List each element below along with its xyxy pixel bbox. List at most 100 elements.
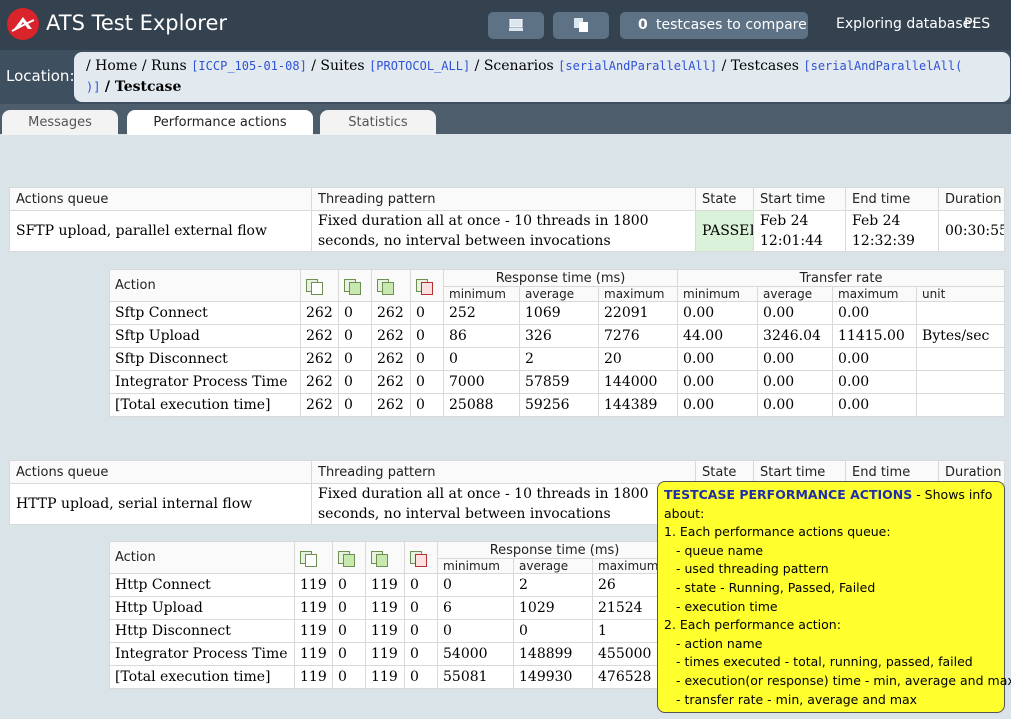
- tab-statistics[interactable]: Statistics: [320, 110, 436, 135]
- action-unit: [916, 301, 1006, 325]
- action-running: 0: [332, 596, 366, 620]
- actions-queue-table: Actions queue Threading pattern State St…: [9, 187, 1005, 252]
- computer-icon: [509, 19, 523, 31]
- action-passed: 262: [371, 370, 411, 394]
- action-running: 0: [338, 393, 372, 417]
- header-transfer-rate: Transfer rate: [677, 269, 1006, 287]
- action-rmin: 0: [437, 619, 514, 643]
- breadcrumb-scenarios[interactable]: / Scenarios: [475, 58, 554, 74]
- action-row[interactable]: Sftp Disconnect 262 0 262 0 0 2 20 0.00 0.00 0.00: [109, 347, 1006, 371]
- action-tmin: 0.00: [677, 347, 759, 371]
- action-failed: 0: [404, 642, 438, 666]
- breadcrumb-suites[interactable]: / Suites: [311, 58, 364, 74]
- action-unit: [916, 393, 1006, 417]
- action-ravg: 148899: [513, 642, 593, 666]
- action-tmax: 0.00: [832, 393, 918, 417]
- breadcrumb-suite-link[interactable]: [PROTOCOL_ALL]: [369, 59, 470, 73]
- compare-count: 0: [638, 17, 648, 33]
- action-rmin: 86: [443, 324, 520, 348]
- action-tmin: 0.00: [677, 393, 759, 417]
- breadcrumb-testcases[interactable]: / Testcases: [722, 58, 799, 74]
- action-total: 262: [300, 370, 339, 394]
- action-ravg: 59256: [519, 393, 599, 417]
- action-tavg: 0.00: [757, 301, 834, 325]
- help-tooltip: TESTCASE PERFORMANCE ACTIONS - Shows inf…: [657, 481, 1011, 713]
- header-passed: [365, 541, 405, 574]
- action-name: [Total execution time]: [109, 665, 295, 689]
- queue-row[interactable]: SFTP upload, parallel external flow Fixe…: [9, 210, 1005, 252]
- queue-end-time: Feb 24 12:32:39: [845, 210, 939, 252]
- breadcrumb-scenario-link[interactable]: [serialAndParallelAll]: [558, 59, 717, 73]
- header-response-avg: average: [513, 558, 593, 574]
- action-name: Http Upload: [109, 596, 295, 620]
- copy-button[interactable]: [553, 12, 609, 39]
- action-ravg: 326: [519, 324, 599, 348]
- breadcrumb-run-link[interactable]: [ICCP_105-01-08]: [191, 59, 307, 73]
- action-ravg: 1069: [519, 301, 599, 325]
- action-running: 0: [332, 573, 366, 597]
- running-icon: [344, 278, 361, 295]
- action-row[interactable]: [Total execution time] 262 0 262 0 25088 59256…: [109, 393, 1006, 417]
- actions-header-row: Action Response time (ms) Transfer rate: [109, 269, 1006, 302]
- action-ravg: 2: [519, 347, 599, 371]
- action-name: Integrator Process Time: [109, 370, 301, 394]
- tooltip-line: - execution(or response) time - min, ave…: [676, 672, 1011, 688]
- threading-pattern: Fixed duration all at once - 10 threads …: [311, 210, 696, 252]
- action-total: 119: [294, 665, 333, 689]
- breadcrumb-current: / Testcase: [104, 79, 182, 95]
- queue-name: SFTP upload, parallel external flow: [9, 210, 312, 252]
- header-action: Action: [109, 269, 301, 302]
- header-duration: Duration: [938, 187, 1005, 211]
- action-failed: 0: [404, 573, 438, 597]
- queue-header-row: Actions queue Threading pattern State St…: [9, 187, 1005, 211]
- action-tmax: 0.00: [832, 370, 918, 394]
- breadcrumb-testcase-link[interactable]: [serialAndParallelAll(: [803, 59, 962, 73]
- action-rmax: 144000: [597, 370, 679, 394]
- action-total: 262: [300, 301, 339, 325]
- tooltip-line: - times executed - total, running, passe…: [676, 654, 973, 670]
- compare-testcases-button[interactable]: 0 testcases to compare: [620, 12, 808, 39]
- header-passed: [371, 269, 411, 302]
- action-rmin: 55081: [437, 665, 514, 689]
- action-passed: 119: [365, 573, 405, 597]
- action-unit: [916, 370, 1006, 394]
- tooltip-line: - queue name: [676, 542, 764, 558]
- action-running: 0: [338, 301, 372, 325]
- header-failed: [410, 269, 444, 302]
- action-ravg: 0: [513, 619, 593, 643]
- action-row[interactable]: Sftp Connect 262 0 262 0 252 1069 22091 0.00 0.00…: [109, 301, 1006, 325]
- header-start-time: Start time: [753, 187, 846, 211]
- action-unit: [916, 347, 1006, 371]
- header-end-time: End time: [845, 187, 939, 211]
- failed-icon: [410, 550, 427, 567]
- action-passed: 262: [371, 393, 411, 417]
- header-response-time: Response time (ms): [442, 269, 679, 287]
- action-rmin: 252: [443, 301, 520, 325]
- header-threading-pattern: Threading pattern: [311, 460, 696, 484]
- action-name: Integrator Process Time: [109, 642, 295, 666]
- action-tmax: 0.00: [832, 301, 918, 325]
- action-name: Http Connect: [109, 573, 295, 597]
- action-failed: 0: [410, 393, 444, 417]
- breadcrumb: / Home / Runs [ICCP_105-01-08] / Suites …: [74, 52, 1010, 102]
- breadcrumb-testcase-link-end[interactable]: )]: [86, 80, 100, 94]
- action-failed: 0: [410, 347, 444, 371]
- compare-label: testcases to compare: [656, 17, 807, 33]
- action-name: Sftp Disconnect: [109, 347, 301, 371]
- action-running: 0: [332, 665, 366, 689]
- action-running: 0: [338, 324, 372, 348]
- header-total: [300, 269, 339, 302]
- action-row[interactable]: Integrator Process Time 262 0 262 0 7000 57859…: [109, 370, 1006, 394]
- action-running: 0: [332, 642, 366, 666]
- environment-button[interactable]: [488, 12, 544, 39]
- breadcrumb-home-runs[interactable]: / Home / Runs: [86, 58, 187, 74]
- action-tavg: 0.00: [757, 393, 834, 417]
- action-rmin: 0: [437, 573, 514, 597]
- action-failed: 0: [404, 619, 438, 643]
- action-row[interactable]: Sftp Upload 262 0 262 0 86 326 7276 44.00 3246.04…: [109, 324, 1006, 348]
- action-running: 0: [338, 370, 372, 394]
- database-label: Exploring database:: [836, 16, 976, 32]
- action-total: 262: [300, 347, 339, 371]
- tab-performance-actions[interactable]: Performance actions: [127, 110, 313, 135]
- tab-messages[interactable]: Messages: [2, 110, 118, 135]
